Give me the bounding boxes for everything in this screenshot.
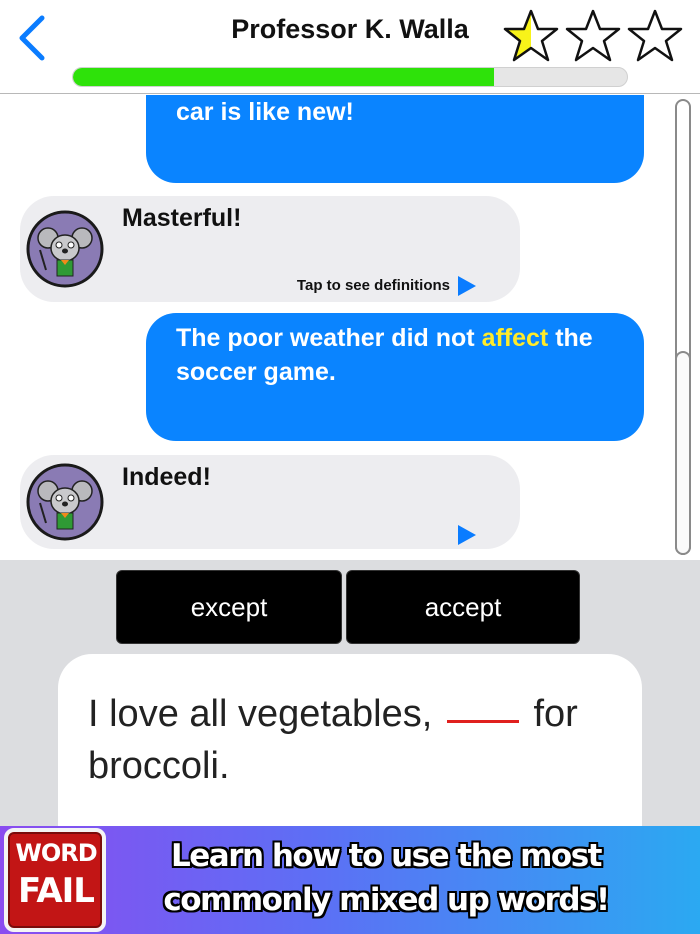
header-bar: Professor K. Walla (0, 0, 700, 94)
professor-koala-avatar (26, 463, 104, 541)
user-message-text: The poor weather did not (176, 324, 482, 352)
scrollbar-thumb[interactable] (675, 351, 691, 555)
bot-message-text: Indeed! (122, 463, 211, 491)
answer-panel: except accept I love all vegetables, for… (0, 560, 700, 844)
user-message-bubble: car is like new! (146, 95, 644, 183)
progress-bar (72, 67, 628, 87)
chat-area[interactable]: car is like new! Masterful! Tap to see d… (0, 95, 700, 560)
word-fail-logo: WORD FAIL (4, 828, 106, 932)
back-button[interactable] (14, 14, 54, 62)
logo-word-text: WORD (15, 839, 97, 867)
bot-message-bubble[interactable]: Indeed! (20, 455, 520, 549)
play-icon[interactable] (458, 276, 476, 296)
star-icon-1 (503, 9, 559, 62)
answer-button-except[interactable]: except (116, 570, 342, 644)
answer-blank (446, 709, 519, 723)
chevron-left-icon (19, 15, 45, 61)
definitions-hint[interactable]: Tap to see definitions (297, 277, 450, 294)
promo-banner[interactable]: WORD FAIL Learn how to use the most comm… (0, 826, 700, 934)
bot-message-text: Masterful! (122, 204, 242, 232)
progress-fill (73, 68, 495, 86)
play-icon[interactable] (458, 525, 476, 545)
banner-text: Learn how to use the most commonly mixed… (163, 838, 610, 918)
professor-koala-avatar (26, 210, 104, 288)
star-rating (500, 8, 692, 66)
star-icon-2 (565, 9, 621, 62)
page-title: Professor K. Walla (231, 14, 469, 44)
question-card: I love all vegetables, for broccoli. (58, 654, 642, 844)
logo-fail-text: FAIL (18, 871, 95, 911)
user-message-text: car is like new! (176, 98, 354, 126)
highlighted-word: affect (481, 324, 549, 352)
question-text: I love all vegetables, (88, 693, 433, 735)
bot-message-bubble[interactable]: Masterful! Tap to see definitions (20, 196, 520, 302)
answer-button-accept[interactable]: accept (346, 570, 580, 644)
star-icon-3 (627, 9, 683, 62)
user-message-bubble: The poor weather did not affect the socc… (146, 313, 644, 441)
